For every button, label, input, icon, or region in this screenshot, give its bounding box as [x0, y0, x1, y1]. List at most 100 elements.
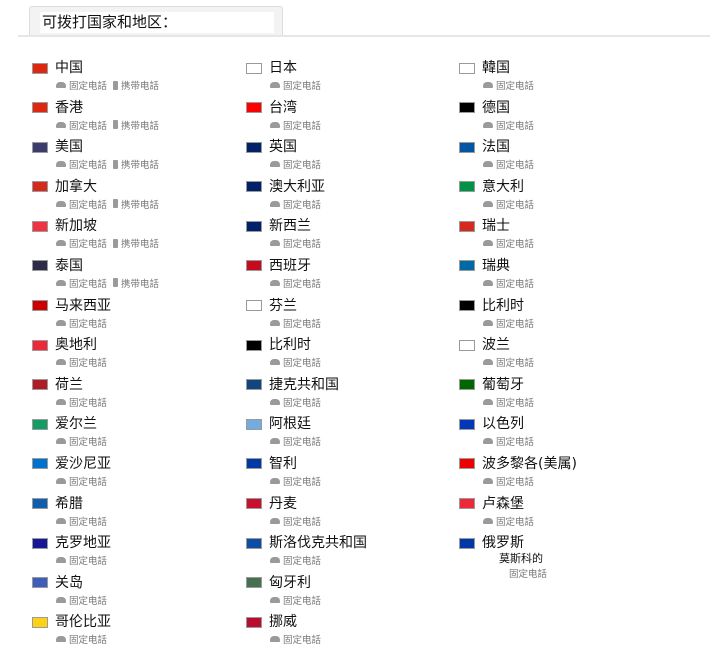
country-name: 阿根廷	[269, 416, 311, 433]
landline-label: 固定电話	[56, 434, 107, 448]
landline-label: 固定电話	[270, 78, 321, 92]
landline-label: 固定电話	[56, 197, 107, 211]
landline-label: 固定电話	[56, 553, 107, 567]
country-name: 香港	[55, 99, 83, 116]
country-name: 比利时	[269, 337, 311, 354]
telephone-icon	[483, 200, 493, 207]
landline-label: 固定电話	[56, 474, 107, 488]
country-name: 俄罗斯	[482, 535, 524, 552]
country-name: 爱尔兰	[55, 416, 97, 433]
mobile-phone-icon	[113, 238, 119, 248]
landline-text: 固定电話	[283, 120, 322, 132]
flag-icon	[246, 141, 262, 153]
country-name: 捷克共和国	[269, 376, 339, 393]
country-name: 澳大利亚	[269, 178, 325, 195]
landline-label: 固定电話	[270, 157, 321, 171]
telephone-icon	[270, 517, 280, 524]
landline-label: 固定电話	[483, 236, 534, 250]
country-name: 新加坡	[55, 218, 97, 235]
country-name: 马来西亚	[55, 297, 111, 314]
flag-icon	[32, 418, 48, 430]
country-name: 法国	[482, 139, 510, 156]
mobile-label: 携带电話	[113, 78, 159, 92]
tab-underline	[18, 35, 710, 37]
country-item: 关岛固定电話	[32, 574, 252, 614]
landline-label: 固定电話	[270, 197, 321, 211]
telephone-icon	[483, 279, 493, 286]
flag-icon	[459, 300, 475, 312]
country-item: 马来西亚固定电話	[32, 297, 252, 337]
landline-label: 固定电話	[270, 395, 321, 409]
mobile-text: 携带电話	[121, 81, 160, 92]
country-name: 荷兰	[55, 376, 83, 393]
flag-icon	[459, 339, 475, 351]
flag-icon	[246, 577, 262, 589]
country-name: 哥伦比亚	[55, 614, 111, 631]
mobile-label: 携带电話	[113, 118, 159, 132]
mobile-text: 携带电話	[121, 199, 160, 211]
country-item: 英国 固定电話	[246, 138, 466, 178]
flag-icon	[246, 339, 262, 351]
country-name: 关岛	[55, 574, 83, 591]
landline-label: 固定电話	[270, 632, 321, 646]
telephone-icon	[56, 398, 66, 405]
telephone-icon	[56, 517, 66, 524]
landline-text: 固定电話	[69, 397, 108, 409]
telephone-icon	[483, 359, 493, 366]
landline-label: 固定电話	[483, 514, 534, 528]
country-name: 比利时	[482, 297, 524, 314]
telephone-icon	[483, 82, 493, 88]
flag-icon	[32, 537, 48, 549]
landline-label: 固定电話	[270, 316, 321, 330]
landline-label: 固定电話	[483, 197, 534, 211]
region-tab[interactable]: 可拨打国家和地区：	[29, 6, 283, 36]
landline-label: 固定电話	[56, 236, 107, 250]
country-item: 加拿大 固定电話 携带电話	[32, 178, 252, 218]
country-item: 西班牙 固定电話	[246, 257, 466, 297]
landline-label: 固定电話	[270, 118, 321, 132]
country-item: 葡萄牙 固定电話	[459, 376, 679, 416]
country-item: 日本 固定电話	[246, 59, 466, 99]
flag-icon	[32, 260, 48, 272]
landline-text: 固定电話	[69, 318, 108, 330]
country-item: 美国 固定电話 携带电話	[32, 138, 252, 178]
country-item: 捷克共和国 固定电話	[246, 376, 466, 416]
country-column-1: 中国 固定电話 携带电話 香港 固定电話 携带电話 美国 固定电話 携带电話 加拿大 固定电話 携带电…	[32, 59, 252, 653]
mobile-phone-icon	[113, 159, 119, 169]
landline-label: 固定电話	[483, 78, 534, 92]
landline-text: 固定电話	[69, 437, 108, 449]
country-column-3: 韓国 固定电話 德国 固定电話 法国 固定电話 意大利 固定电話 瑞士 固定电話 瑞典 固定电話 比利时…	[459, 59, 679, 580]
landline-label: 固定电話	[56, 355, 107, 369]
landline-text: 固定电話	[496, 160, 535, 172]
country-item: 爱尔兰固定电話	[32, 415, 252, 455]
landline-text: 固定电話	[69, 595, 108, 607]
country-item: 瑞士 固定电話	[459, 217, 679, 257]
country-item: 奥地利 固定电話	[32, 336, 252, 376]
country-name: 匈牙利	[269, 574, 311, 591]
country-item: 丹麦 固定电話	[246, 495, 466, 535]
flag-icon	[459, 418, 475, 430]
country-name: 中国	[55, 60, 83, 76]
country-item: 克罗地亚 固定电話	[32, 534, 252, 574]
landline-text: 固定电話	[496, 516, 535, 528]
telephone-icon	[270, 240, 280, 247]
landline-label: 固定电話	[56, 78, 107, 92]
telephone-icon	[56, 279, 66, 286]
country-item: 新加坡 固定电話 携带电話	[32, 217, 252, 257]
landline-label: 固定电話	[270, 474, 321, 488]
landline-label: 固定电話	[56, 157, 107, 171]
country-name: 以色列	[482, 416, 524, 433]
landline-text: 固定电話	[69, 556, 108, 568]
country-item: 比利时 固定电話	[246, 336, 466, 376]
landline-text: 固定电話	[69, 278, 108, 290]
landline-text: 固定电話	[509, 569, 548, 581]
telephone-icon	[56, 319, 66, 326]
telephone-icon	[270, 82, 280, 88]
landline-text: 固定电話	[496, 437, 535, 449]
telephone-icon	[270, 596, 280, 603]
telephone-icon	[483, 161, 493, 168]
landline-text: 固定电話	[496, 120, 535, 132]
country-item: 挪威 固定电話	[246, 613, 466, 653]
landline-label: 固定电話	[483, 316, 534, 330]
landline-text: 固定电話	[69, 120, 108, 132]
